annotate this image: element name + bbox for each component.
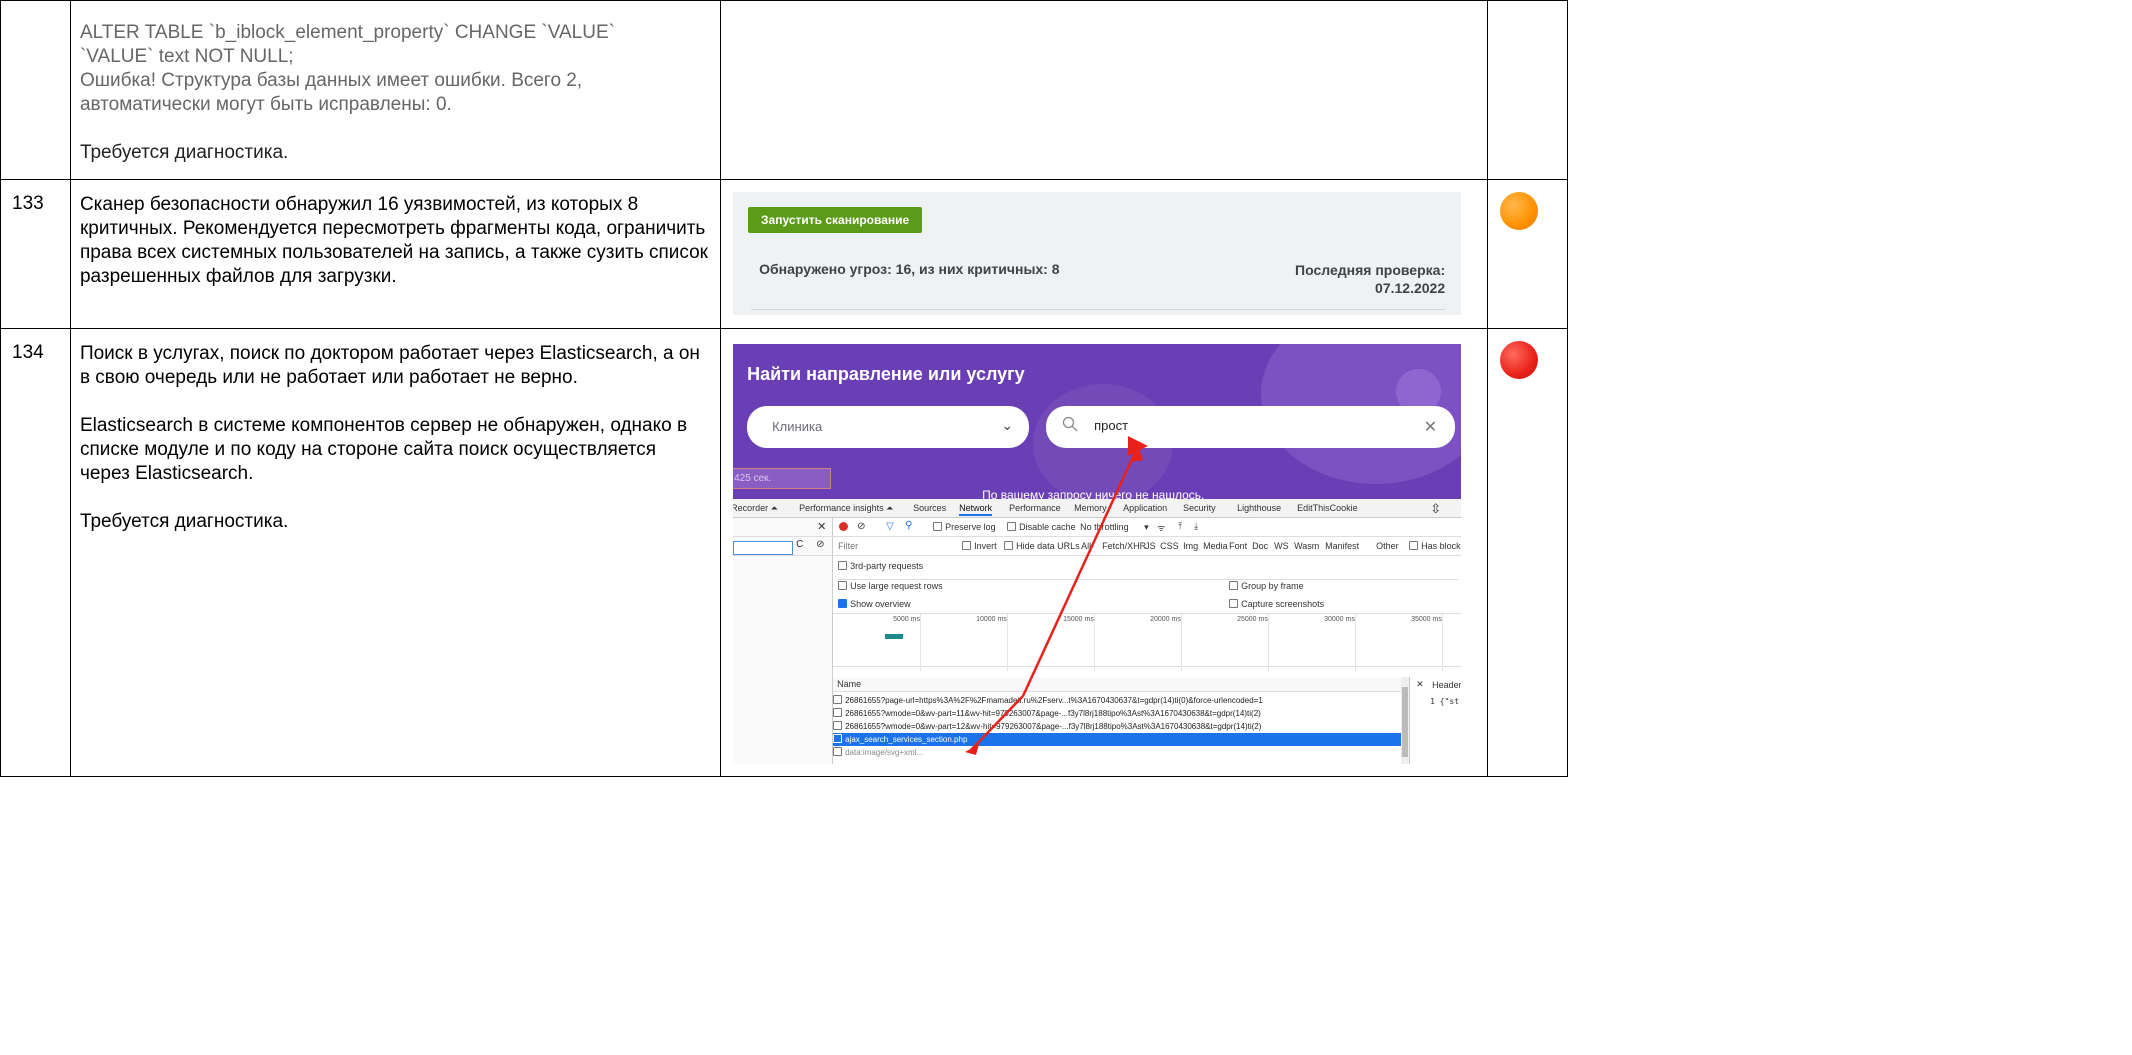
description-paragraph: Elasticsearch в системе компонентов серв… [79, 415, 688, 484]
evidence-cell: Запустить сканирование Обнаружено угроз:… [720, 179, 1489, 329]
table-row: ALTER TABLE `b_iblock_element_property` … [0, 0, 1568, 180]
description-cell: Сканер безопасности обнаружил 16 уязвимо… [69, 179, 722, 329]
issues-table: ALTER TABLE `b_iblock_element_property` … [0, 0, 1568, 777]
status-cell [1487, 179, 1568, 329]
evidence-cell [720, 0, 1489, 180]
red-arrow-annotation [965, 344, 1461, 755]
diagnostic-note: Требуется диагностика. [79, 142, 289, 163]
status-cell [1487, 328, 1568, 777]
show-overview-checkbox[interactable]: Show overview [838, 599, 911, 609]
divider [751, 309, 1446, 310]
status-cell [1487, 0, 1568, 180]
row-number: 133 [0, 179, 71, 329]
threats-found-text: Обнаружено угроз: 16, из них критичных: … [759, 261, 1060, 277]
search-screenshot: Найти направление или услугу Клиника ⌄ п… [733, 344, 1462, 764]
description-text: Сканер безопасности обнаружил 16 уязвимо… [79, 194, 708, 287]
error-line: автоматически могут быть исправлены: 0. [79, 94, 452, 115]
description-cell: Поиск в услугах, поиск по доктором работ… [69, 328, 722, 777]
start-scan-button[interactable]: Запустить сканирование [748, 207, 923, 233]
sql-line: `VALUE` text NOT NULL; [79, 46, 294, 67]
capture-screenshots-checkbox[interactable]: Capture screenshots [1229, 599, 1324, 609]
row-number-cell [0, 0, 71, 180]
last-check-date: 07.12.2022 [1375, 280, 1446, 296]
table-row: 134 Поиск в услугах, поиск по доктором р… [0, 328, 1568, 777]
diagnostic-note: Требуется диагностика. [79, 511, 289, 532]
security-scanner-panel: Запустить сканирование Обнаружено угроз:… [733, 192, 1462, 315]
description-cell: ALTER TABLE `b_iblock_element_property` … [69, 0, 722, 180]
error-line: Ошибка! Структура базы данных имеет ошиб… [79, 70, 583, 91]
last-check-label: Последняя проверка: [1295, 262, 1446, 278]
evidence-cell: Найти направление или услугу Клиника ⌄ п… [720, 328, 1489, 777]
last-check: Последняя проверка: 07.12.2022 [1295, 261, 1445, 297]
status-red-circle-icon [1500, 341, 1539, 379]
sql-line: ALTER TABLE `b_iblock_element_property` … [79, 22, 615, 43]
status-orange-circle-icon [1500, 192, 1539, 230]
description-paragraph: Поиск в услугах, поиск по доктором работ… [79, 343, 700, 388]
table-row: 133 Сканер безопасности обнаружил 16 уяз… [0, 179, 1568, 329]
row-number: 134 [0, 328, 71, 777]
